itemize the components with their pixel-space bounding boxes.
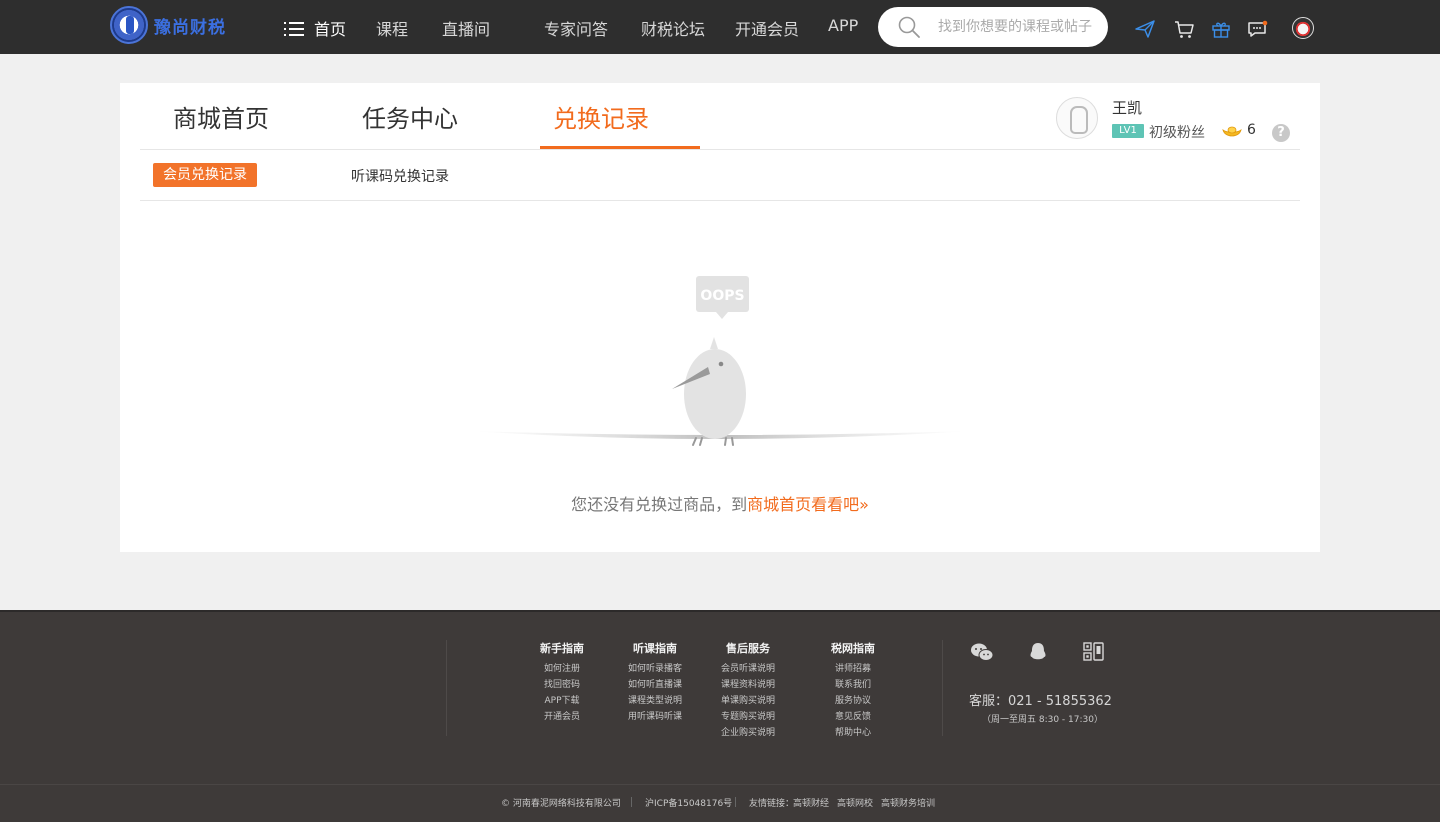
friend-link[interactable]: 高顿网校 bbox=[837, 796, 873, 809]
copyright: © 河南春泥网络科技有限公司 bbox=[501, 799, 621, 809]
mall-tabs: 商城首页 任务中心 兑换记录 王凯 LV1 初级粉丝 6 ? bbox=[140, 83, 1300, 150]
service-hours: （周一至周五 8:30 - 17:30） bbox=[982, 715, 1103, 725]
friend-link[interactable]: 高顿财务培训 bbox=[881, 796, 935, 809]
cart-icon[interactable] bbox=[1173, 18, 1195, 40]
level-badge: LV1 bbox=[1112, 124, 1144, 138]
footer-link[interactable]: 服务协议 bbox=[823, 693, 883, 709]
footer-col-after-sales: 售后服务 会员听课说明 课程资料说明 单课购买说明 专题购买说明 企业购买说明 bbox=[713, 640, 783, 741]
tab-task-center[interactable]: 任务中心 bbox=[362, 99, 458, 134]
oops-label: OOPS bbox=[700, 288, 744, 304]
tab-exchange-records[interactable]: 兑换记录 bbox=[553, 99, 649, 134]
footer-divider bbox=[446, 640, 447, 736]
menu-list-icon bbox=[284, 22, 304, 36]
search-icon[interactable] bbox=[898, 16, 920, 38]
nav-home-label: 首页 bbox=[314, 20, 347, 39]
footer-separator bbox=[735, 797, 736, 807]
brand-logo[interactable]: 豫尚财税 bbox=[110, 5, 226, 45]
footer-link[interactable]: 帮助中心 bbox=[823, 725, 883, 741]
brand-name: 豫尚财税 bbox=[154, 17, 226, 38]
search-box bbox=[878, 7, 1108, 47]
qq-icon[interactable] bbox=[1026, 642, 1050, 662]
footer-link[interactable]: 如何注册 bbox=[532, 661, 592, 677]
footer-col-title: 售后服务 bbox=[726, 642, 770, 655]
nav-live[interactable]: 直播间 bbox=[442, 16, 490, 40]
footer-col-title: 听课指南 bbox=[633, 642, 677, 655]
nav-vip[interactable]: 开通会员 bbox=[735, 16, 799, 40]
nav-courses[interactable]: 课程 bbox=[376, 16, 408, 40]
subtab-member-exchange[interactable]: 会员兑换记录 bbox=[153, 163, 257, 187]
top-navbar: 豫尚财税 首页 课程 直播间 专家问答 财税论坛 开通会员 APP bbox=[0, 0, 1440, 54]
footer-link[interactable]: 课程类型说明 bbox=[620, 693, 690, 709]
footer-link[interactable]: 单课购买说明 bbox=[713, 693, 783, 709]
exchange-subtabs: 会员兑换记录 听课码兑换记录 bbox=[140, 150, 1300, 201]
footer-separator bbox=[631, 797, 632, 807]
footer-col-title: 新手指南 bbox=[540, 642, 584, 655]
footer-link[interactable]: 用听课码听课 bbox=[620, 709, 690, 725]
footer-col-title: 税网指南 bbox=[831, 642, 875, 655]
nav-app[interactable]: APP bbox=[828, 16, 858, 35]
subtab-code-exchange[interactable]: 听课码兑换记录 bbox=[351, 166, 449, 186]
user-avatar-icon[interactable] bbox=[1292, 17, 1314, 39]
footer-col-listening: 听课指南 如何听录播客 如何听直播课 课程类型说明 用听课码听课 bbox=[620, 640, 690, 725]
footer-link[interactable]: 开通会员 bbox=[532, 709, 592, 725]
help-icon[interactable]: ? bbox=[1272, 124, 1290, 142]
footer-divider bbox=[942, 640, 943, 736]
send-icon[interactable] bbox=[1134, 18, 1156, 40]
logo-emblem-icon bbox=[110, 6, 148, 44]
footer-link[interactable]: 专题购买说明 bbox=[713, 709, 783, 725]
go-mall-home-link[interactable]: 商城首页看看吧» bbox=[747, 495, 869, 514]
user-info: 王凯 LV1 初级粉丝 6 ? bbox=[1056, 97, 1306, 142]
search-input[interactable] bbox=[938, 17, 1098, 37]
level-title: 初级粉丝 bbox=[1149, 125, 1205, 141]
wechat-icon[interactable] bbox=[970, 642, 994, 662]
user-name: 王凯 bbox=[1112, 99, 1143, 117]
empty-state-text: 您还没有兑换过商品，到 bbox=[571, 495, 748, 514]
footer-link[interactable]: 联系我们 bbox=[823, 677, 883, 693]
tab-mall-home[interactable]: 商城首页 bbox=[173, 99, 269, 134]
nav-home[interactable]: 首页 bbox=[284, 16, 346, 40]
qr-code-icon[interactable] bbox=[1082, 642, 1106, 662]
coin-count: 6 bbox=[1247, 122, 1256, 138]
nav-expert-qa[interactable]: 专家问答 bbox=[544, 16, 608, 40]
gold-ingot-icon bbox=[1222, 126, 1242, 137]
footer-link[interactable]: 如何听录播客 bbox=[620, 661, 690, 677]
footer-link[interactable]: 企业购买说明 bbox=[713, 725, 783, 741]
nav-forum[interactable]: 财税论坛 bbox=[641, 16, 705, 40]
empty-state-message: 您还没有兑换过商品，到商城首页看看吧» bbox=[120, 491, 1320, 515]
footer-link[interactable]: APP下载 bbox=[532, 693, 592, 709]
footer-link[interactable]: 意见反馈 bbox=[823, 709, 883, 725]
icp-number[interactable]: 沪ICP备15048176号 bbox=[645, 796, 732, 809]
footer-col-tax-guide: 税网指南 讲师招募 联系我们 服务协议 意见反馈 帮助中心 bbox=[823, 640, 883, 741]
oops-bird-illustration: OOPS bbox=[470, 276, 970, 446]
site-footer: 新手指南 如何注册 找回密码 APP下载 开通会员 听课指南 如何听录播客 如何… bbox=[0, 610, 1440, 822]
user-avatar[interactable] bbox=[1056, 97, 1098, 139]
message-icon[interactable] bbox=[1246, 18, 1268, 40]
footer-col-beginner: 新手指南 如何注册 找回密码 APP下载 开通会员 bbox=[532, 640, 592, 725]
friend-links-label: 友情链接： bbox=[749, 799, 795, 809]
gift-icon[interactable] bbox=[1210, 18, 1232, 40]
active-tab-indicator bbox=[540, 146, 700, 149]
footer-link[interactable]: 课程资料说明 bbox=[713, 677, 783, 693]
footer-link[interactable]: 找回密码 bbox=[532, 677, 592, 693]
friend-link[interactable]: 高顿财经 bbox=[793, 796, 829, 809]
footer-bottom-divider bbox=[0, 784, 1440, 785]
footer-link[interactable]: 讲师招募 bbox=[823, 661, 883, 677]
exchange-records-panel: 商城首页 任务中心 兑换记录 王凯 LV1 初级粉丝 6 ? 会员兑换记录 听课… bbox=[120, 83, 1320, 552]
customer-service-phone: 客服：021 - 51855362 bbox=[969, 694, 1112, 709]
footer-link[interactable]: 会员听课说明 bbox=[713, 661, 783, 677]
footer-link[interactable]: 如何听直播课 bbox=[620, 677, 690, 693]
